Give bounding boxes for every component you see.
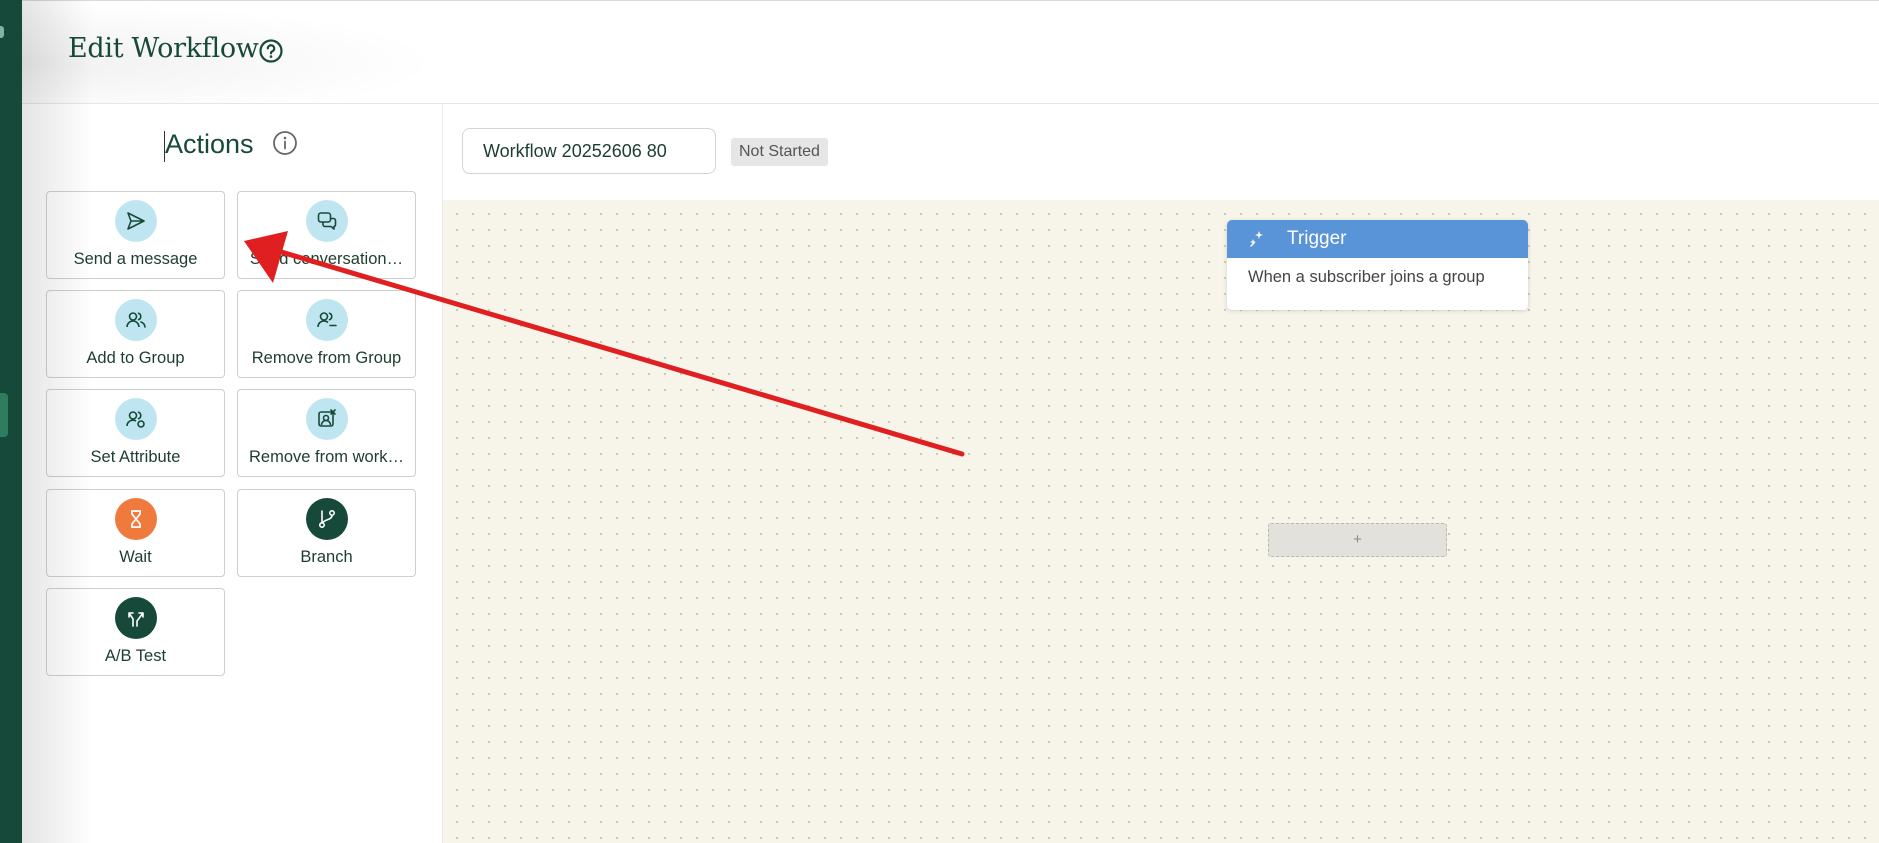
action-remove-from-group[interactable]: Remove from Group [237, 290, 416, 378]
remove-workflow-icon [306, 398, 348, 440]
action-label: Branch [300, 548, 353, 566]
users-icon [115, 299, 157, 341]
action-label: Send a message [73, 250, 198, 268]
action-set-attribute[interactable]: Set Attribute [46, 389, 225, 477]
action-label: Remove from work… [249, 448, 404, 466]
action-wait[interactable]: Wait [46, 489, 225, 577]
info-circle-icon[interactable] [271, 129, 299, 157]
action-label: Set Attribute [90, 448, 181, 466]
hourglass-icon [115, 498, 157, 540]
action-label: Add to Group [86, 349, 185, 367]
text-caret [164, 131, 165, 162]
git-branch-icon [306, 498, 348, 540]
workflow-name-input[interactable] [462, 128, 716, 174]
trigger-title: Trigger [1287, 228, 1347, 249]
action-remove-from-workflow[interactable]: Remove from work… [237, 389, 416, 477]
chat-bubbles-icon [306, 200, 348, 242]
trigger-node[interactable]: Trigger When a subscriber joins a group [1227, 220, 1528, 310]
action-label: Send conversation… [249, 250, 404, 268]
workflow-canvas[interactable] [443, 200, 1879, 843]
action-label: Remove from Group [251, 349, 402, 367]
add-step-button[interactable]: + [1268, 523, 1447, 557]
rail-active-tab[interactable] [0, 393, 8, 437]
action-send-message[interactable]: Send a message [46, 191, 225, 279]
page-title: Edit Workflow [68, 33, 259, 64]
rail-indicator [0, 26, 4, 38]
action-send-conversation[interactable]: Send conversation… [237, 191, 416, 279]
page-header [22, 1, 1879, 104]
action-add-to-group[interactable]: Add to Group [46, 290, 225, 378]
action-label: Wait [119, 548, 152, 566]
trigger-header: Trigger [1227, 220, 1528, 258]
action-ab-test[interactable]: A/B Test [46, 588, 225, 676]
actions-heading: Actions [165, 129, 254, 159]
action-branch[interactable]: Branch [237, 489, 416, 577]
status-badge: Not Started [731, 138, 828, 166]
trigger-description: When a subscriber joins a group [1248, 268, 1485, 286]
app-nav-rail [0, 0, 22, 843]
split-arrows-icon [115, 597, 157, 639]
sparkle-icon [1247, 229, 1267, 249]
send-icon [115, 200, 157, 242]
user-minus-icon [306, 299, 348, 341]
question-circle-icon[interactable] [258, 38, 284, 64]
user-attribute-icon [115, 398, 157, 440]
action-label: A/B Test [104, 647, 167, 665]
